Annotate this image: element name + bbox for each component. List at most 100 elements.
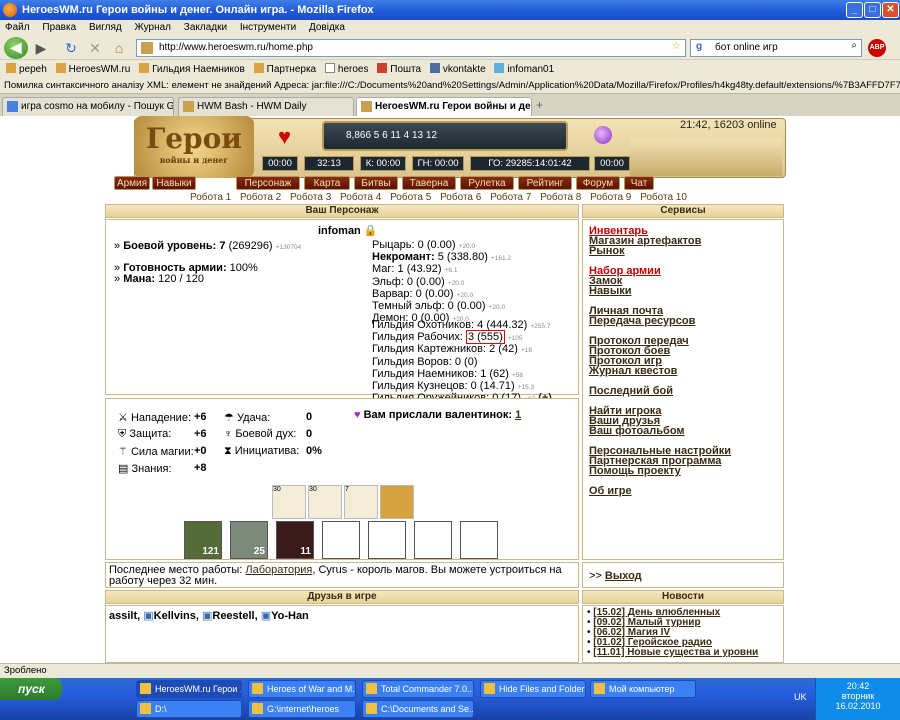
tab-google[interactable]: игра cosmo на мобилу - Пошук Google	[2, 97, 174, 116]
url-bar[interactable]: http://www.heroeswm.ru/home.php ☆	[136, 39, 686, 57]
friend-link[interactable]: Yo-Han	[271, 610, 309, 622]
menu-help[interactable]: Довідка	[304, 20, 350, 33]
bookmark-item[interactable]: Гильдия Наемников	[139, 63, 245, 75]
task-heroes[interactable]: Heroes of War and M...	[248, 680, 356, 698]
work-place-link[interactable]: Лаборатория	[245, 564, 312, 576]
timers-row: 00:00 32:13 К: 00:00 ГН: 00:00 ГО: 29285…	[262, 156, 630, 171]
bookmark-item[interactable]: pepeh	[6, 63, 47, 75]
character-name[interactable]: infoman	[318, 225, 361, 237]
forward-button[interactable]: ▶	[30, 38, 52, 58]
bookmark-item[interactable]: heroes	[324, 63, 368, 75]
task-folder-docs[interactable]: C:\Documents and Se...	[362, 700, 474, 718]
luck-row: ☂ Удача: 0	[224, 411, 320, 424]
morale-row: ♆ Боевой дух: 0	[224, 428, 320, 440]
service-link[interactable]: Передача ресурсов	[589, 316, 777, 327]
bookmark-star-icon[interactable]: ☆	[672, 41, 681, 52]
faction-name: Эльф:	[372, 275, 404, 288]
menu-roulette[interactable]: Рулетка	[460, 176, 514, 190]
service-link[interactable]: Журнал квестов	[589, 366, 777, 377]
exit-link[interactable]: Выход	[605, 570, 642, 582]
menu-bookmarks[interactable]: Закладки	[179, 20, 232, 33]
army-slot[interactable]: 25	[230, 521, 268, 559]
task-mycomputer[interactable]: Мой компьютер	[590, 680, 696, 698]
service-link[interactable]: Последний бой	[589, 386, 777, 397]
bookmark-item[interactable]: Пошта	[377, 63, 421, 75]
adblock-icon[interactable]: ABP	[868, 39, 886, 57]
friend-link[interactable]: Kellvins,	[154, 610, 199, 622]
menu-tools[interactable]: Інструменти	[235, 20, 301, 33]
menu-rating[interactable]: Рейтинг	[518, 176, 572, 190]
bookmark-item[interactable]: Партнерка	[253, 63, 316, 75]
robot-link[interactable]: Робота 8	[540, 192, 581, 203]
artifact-helmet[interactable]: 30	[272, 485, 306, 519]
bookmark-item[interactable]: vkontakte	[429, 63, 486, 75]
artifact-armor[interactable]: 30	[308, 485, 342, 519]
menu-battles[interactable]: Битвы	[354, 176, 398, 190]
friend-link[interactable]: Reestell,	[212, 610, 257, 622]
menu-file[interactable]: Файл	[0, 20, 35, 33]
menu-character[interactable]: Персонаж	[236, 176, 300, 190]
army-slot-empty[interactable]	[460, 521, 498, 559]
game-logo[interactable]: Герои войны и денег	[134, 116, 254, 178]
language-indicator[interactable]: UK	[794, 692, 807, 702]
menu-map[interactable]: Карта	[304, 176, 350, 190]
new-tab-button[interactable]: +	[536, 98, 543, 112]
service-link[interactable]: Рынок	[589, 246, 777, 257]
bookmark-item[interactable]: HeroesWM.ru	[55, 63, 130, 75]
army-slot[interactable]: 11	[276, 521, 314, 559]
robot-link[interactable]: Робота 10	[640, 192, 687, 203]
tab-hwm-bash[interactable]: HWM Bash - HWM Daily	[178, 97, 354, 116]
service-link[interactable]: Ваш фотоальбом	[589, 426, 777, 437]
mana-potion-icon[interactable]	[594, 126, 612, 144]
bookmark-item[interactable]: infoman01	[494, 63, 554, 75]
search-icon[interactable]: ⌕	[851, 40, 857, 51]
menu-chat[interactable]: Чат	[624, 176, 654, 190]
reload-icon[interactable]: ↻	[60, 38, 82, 58]
maximize-button[interactable]: □	[864, 2, 881, 18]
menu-forum[interactable]: Форум	[576, 176, 620, 190]
tab-heroeswm[interactable]: HeroesWM.ru Герои войны и де...	[356, 97, 532, 116]
robot-link[interactable]: Робота 9	[590, 192, 631, 203]
task-folder-d[interactable]: D:\	[136, 700, 242, 718]
robot-link[interactable]: Робота 6	[440, 192, 481, 203]
service-link[interactable]: Помощь проекту	[589, 466, 777, 477]
task-firefox[interactable]: HeroesWM.ru Герои ...	[136, 680, 242, 698]
back-button[interactable]: ◀	[4, 37, 28, 59]
army-slot-empty[interactable]	[414, 521, 452, 559]
army-slot-empty[interactable]	[322, 521, 360, 559]
tab-skills[interactable]: Навыки	[152, 176, 196, 190]
robot-link[interactable]: Робота 3	[290, 192, 331, 203]
robot-link[interactable]: Робота 7	[490, 192, 531, 203]
menu-edit[interactable]: Правка	[37, 20, 81, 33]
bookmark-icon	[6, 63, 16, 73]
menu-view[interactable]: Вигляд	[84, 20, 127, 33]
tab-army[interactable]: Армия	[114, 176, 150, 190]
robot-link[interactable]: Робота 1	[190, 192, 231, 203]
task-totalcmd[interactable]: Total Commander 7.0...	[362, 680, 474, 698]
heart-icon[interactable]: ♥	[278, 124, 291, 150]
news-link[interactable]: [11.01] Новые существа и уровни	[593, 647, 758, 658]
task-hidefiles[interactable]: Hide Files and Folders	[480, 680, 586, 698]
minimize-button[interactable]: _	[846, 2, 863, 18]
menu-history[interactable]: Журнал	[130, 20, 177, 33]
army-slot[interactable]: 121	[184, 521, 222, 559]
menu-tavern[interactable]: Таверна	[402, 176, 456, 190]
service-link[interactable]: Об игре	[589, 486, 777, 497]
valentine-count[interactable]: 1	[515, 409, 521, 421]
service-link[interactable]: Навыки	[589, 286, 777, 297]
artifact-axe[interactable]: 7	[344, 485, 378, 519]
artifact-cloak[interactable]	[380, 485, 414, 519]
robot-link[interactable]: Робота 2	[240, 192, 281, 203]
army-slot-empty[interactable]	[368, 521, 406, 559]
robot-link[interactable]: Робота 5	[390, 192, 431, 203]
clock-time[interactable]: 20:42	[816, 681, 900, 691]
friend-link[interactable]: assilt,	[109, 610, 140, 622]
search-input[interactable]: g бот online игр ⌕	[690, 39, 862, 57]
close-button[interactable]: ✕	[882, 2, 899, 18]
stop-icon[interactable]: ✕	[84, 38, 106, 58]
task-folder-heroes[interactable]: G:\internet\heroes	[248, 700, 356, 718]
robot-link[interactable]: Робота 4	[340, 192, 381, 203]
services-group: Инвентарь Магазин артефактов Рынок	[589, 226, 777, 257]
home-icon[interactable]: ⌂	[108, 38, 130, 58]
start-button[interactable]: пуск	[0, 678, 62, 700]
